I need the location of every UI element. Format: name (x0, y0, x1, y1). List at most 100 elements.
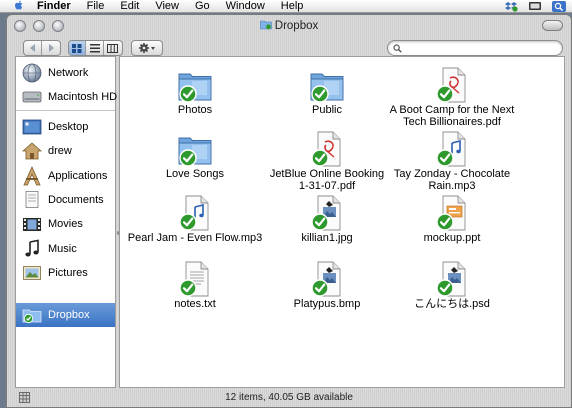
sidebar-item-label: Movies (48, 218, 83, 230)
sync-check-icon (179, 279, 197, 297)
sidebar-item-label: Music (48, 243, 77, 255)
sidebar-item-dropbox[interactable]: Dropbox (16, 303, 115, 327)
dropbox-status-icon[interactable] (504, 1, 518, 12)
file-item[interactable]: notes.txt (125, 261, 265, 310)
folder-icon (259, 20, 272, 30)
sync-check-icon (311, 279, 329, 297)
audio-file-icon (179, 195, 209, 231)
folder-item[interactable]: Photos (125, 67, 265, 116)
file-item[interactable]: JetBlue Online Booking 1-31-07.pdf (257, 131, 397, 192)
icon-view-button[interactable] (69, 41, 87, 55)
file-name: notes.txt (174, 298, 216, 310)
pictures-icon (23, 266, 41, 280)
sync-check-icon (179, 149, 197, 167)
list-view-icon (89, 43, 100, 52)
search-icon (393, 43, 402, 53)
image-file-icon (311, 261, 341, 297)
action-menu-button[interactable] (132, 41, 162, 55)
applications-icon (23, 166, 41, 186)
sidebar-item-network[interactable]: Network (16, 61, 115, 85)
file-browser: Photos Public A Boot Camp for the Next Tech… (119, 56, 565, 388)
status-text: 12 items, 40.05 GB available (225, 392, 353, 403)
list-view-button[interactable] (86, 41, 104, 55)
folder-item[interactable]: Love Songs (125, 131, 265, 180)
sync-check-icon (436, 149, 454, 167)
sync-check-icon (179, 85, 197, 103)
view-mode-control (68, 40, 123, 56)
window-title-text: Dropbox (274, 20, 319, 32)
menu-file[interactable]: File (87, 0, 105, 13)
home-icon (22, 142, 42, 160)
forward-button[interactable] (42, 41, 60, 55)
sidebar-item-drew[interactable]: drew (16, 139, 115, 163)
menu-view[interactable]: View (155, 0, 179, 13)
apple-menu-icon[interactable] (13, 0, 25, 11)
file-name: Pearl Jam - Even Flow.mp3 (127, 232, 263, 244)
gear-icon (139, 43, 155, 53)
sidebar-item-applications[interactable]: Applications (16, 164, 115, 188)
file-name: Love Songs (165, 168, 225, 180)
display-icon[interactable] (528, 1, 542, 12)
file-item[interactable]: A Boot Camp for the Next Tech Billionaire… (382, 67, 522, 128)
file-item[interactable]: killian1.jpg (257, 195, 397, 244)
pdf-file-icon (436, 67, 466, 103)
file-item[interactable]: Pearl Jam - Even Flow.mp3 (125, 195, 265, 244)
sidebar-item-label: drew (48, 145, 72, 157)
sync-check-icon (436, 85, 454, 103)
sidebar-item-label: Network (48, 67, 89, 79)
file-name: Photos (177, 104, 213, 116)
search-field[interactable] (387, 40, 563, 56)
column-view-button[interactable] (104, 41, 122, 55)
menu-window[interactable]: Window (226, 0, 265, 13)
icon-view-icon (72, 43, 82, 53)
forward-arrow-icon (49, 44, 54, 52)
movies-icon (23, 218, 41, 231)
menu-app-name[interactable]: Finder (37, 0, 71, 13)
finder-window: Dropbox Network Macintosh HD Desktop dre… (6, 14, 572, 408)
sidebar-item-label: Desktop (48, 121, 89, 133)
menu-edit[interactable]: Edit (120, 0, 139, 13)
audio-file-icon (436, 131, 466, 167)
sidebar-item-label: Dropbox (48, 309, 90, 321)
sidebar-item-pictures[interactable]: Pictures (16, 261, 115, 285)
file-item[interactable]: Platypus.bmp (257, 261, 397, 310)
sync-check-icon (179, 213, 197, 231)
folder-icon (178, 73, 212, 103)
back-forward-control (23, 40, 61, 56)
folder-item[interactable]: Public (257, 67, 397, 116)
title-bar[interactable]: Dropbox (7, 15, 571, 37)
sync-check-icon (311, 85, 329, 103)
sidebar-item-macintosh-hd[interactable]: Macintosh HD (16, 85, 118, 109)
sidebar-item-desktop[interactable]: Desktop (16, 115, 115, 139)
sidebar-item-music[interactable]: Music (16, 237, 115, 261)
file-item[interactable]: こんにちは.psd (382, 261, 522, 310)
toolbar-toggle-button[interactable] (542, 20, 563, 31)
search-input[interactable] (405, 42, 555, 54)
file-name: Tay Zonday - Chocolate Rain.mp3 (393, 168, 511, 192)
sidebar-item-documents[interactable]: Documents (16, 188, 115, 212)
sidebar-item-movies[interactable]: Movies (16, 212, 115, 236)
sidebar-divider (16, 110, 115, 111)
file-item[interactable]: Tay Zonday - Chocolate Rain.mp3 (382, 131, 522, 192)
file-item[interactable]: mockup.ppt (382, 195, 522, 244)
file-name: Public (312, 104, 342, 116)
menu-go[interactable]: Go (195, 0, 210, 13)
folder-icon (310, 73, 344, 103)
desktop-icon (22, 119, 42, 135)
file-name: JetBlue Online Booking 1-31-07.pdf (269, 168, 385, 192)
menu-help[interactable]: Help (281, 0, 304, 13)
documents-icon (25, 191, 39, 208)
back-button[interactable] (24, 41, 42, 55)
window-title: Dropbox (7, 19, 571, 32)
presentation-file-icon (436, 195, 466, 231)
music-icon (25, 239, 39, 257)
sidebar-item-label: Macintosh HD (48, 91, 118, 103)
folder-icon (178, 137, 212, 167)
sync-check-icon (311, 213, 329, 231)
action-menu-control (131, 40, 163, 56)
sync-check-icon (311, 149, 329, 167)
spotlight-icon[interactable] (552, 1, 566, 12)
dropbox-icon (22, 309, 42, 324)
file-name: A Boot Camp for the Next Tech Billionaire… (389, 104, 515, 128)
file-name: killian1.jpg (301, 232, 353, 244)
